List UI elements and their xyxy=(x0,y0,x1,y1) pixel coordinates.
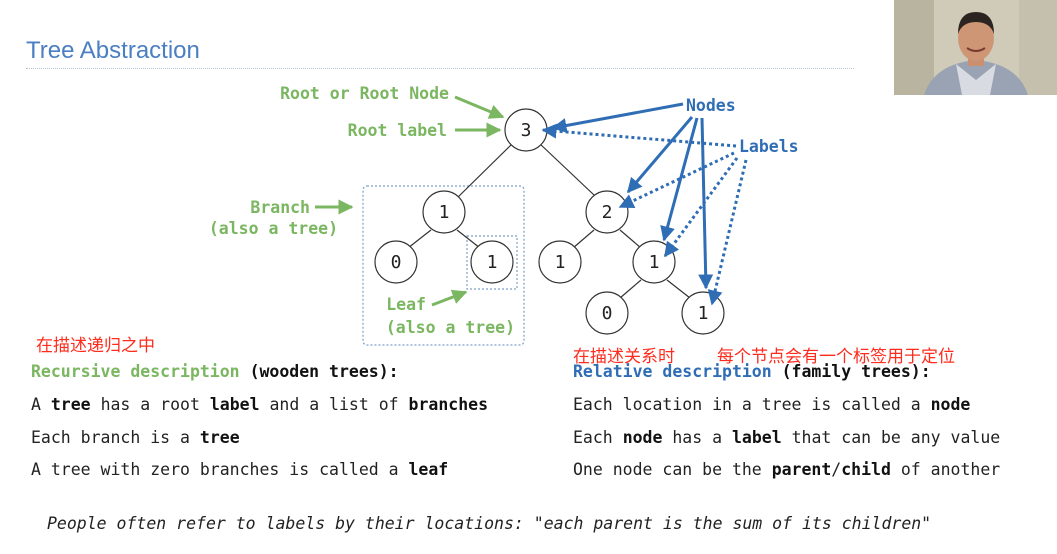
tree-node-left-left: 0 xyxy=(374,240,418,284)
text-span: One node can be the xyxy=(573,460,762,479)
label-root-label: Root label xyxy=(348,121,447,140)
term-tree: tree xyxy=(50,395,91,414)
node-label-right-right: 1 xyxy=(649,252,660,273)
relative-line-1: Each location in a tree is called a node xyxy=(573,395,970,414)
recursive-line-2: Each branch is a tree xyxy=(31,428,240,447)
text-span: of another xyxy=(900,460,1001,479)
tree-node-left-right: 1 xyxy=(470,240,514,284)
text-span: that can be any value xyxy=(791,428,1001,447)
node-label-root: 3 xyxy=(521,120,532,141)
label-leaf: Leaf xyxy=(386,295,426,314)
term-node: node xyxy=(930,395,971,414)
tree-node-rr-left: 0 xyxy=(585,291,629,335)
label-root-or-root-node: Root or Root Node xyxy=(280,84,449,103)
tree-node-right: 2 xyxy=(585,190,629,234)
cn-annotation-recursive: 在描述递归之中 xyxy=(36,336,155,356)
relative-heading-colored: Relative description xyxy=(573,362,772,381)
term-leaf: leaf xyxy=(408,460,449,479)
footer-italic-text: People often refer to labels by their lo… xyxy=(47,514,524,533)
footer-quote: "each parent is the sum of its children" xyxy=(533,514,932,533)
label-labels: Labels xyxy=(739,137,799,156)
label-leaf-note: (also a tree) xyxy=(386,318,515,337)
text-span: Each xyxy=(573,428,613,447)
text-span: Each location in a tree is called a xyxy=(573,395,921,414)
tree-node-left: 1 xyxy=(422,190,466,234)
term-child: child xyxy=(841,460,891,479)
tree-node-right-left: 1 xyxy=(538,240,582,284)
relative-line-3: One node can be the parent/child of anot… xyxy=(573,460,1000,479)
recursive-heading-colored: Recursive description xyxy=(31,362,240,381)
label-branch: Branch xyxy=(250,198,310,217)
term-label: label xyxy=(731,428,782,447)
node-label-right: 2 xyxy=(602,202,613,223)
text-span: Each branch is a xyxy=(31,428,190,447)
tree-node-right-right: 1 xyxy=(632,240,676,284)
node-label-right-left: 1 xyxy=(555,252,566,273)
text-span: has a root xyxy=(100,395,200,414)
relative-heading-rest: (family trees): xyxy=(781,362,931,381)
term-branches: branches xyxy=(408,395,489,414)
term-parent: parent xyxy=(771,460,832,479)
tree-node-root: 3 xyxy=(504,108,548,152)
relative-line-2: Each node has a label that can be any va… xyxy=(573,428,1000,447)
recursive-line-1: A tree has a root label and a list of br… xyxy=(31,395,488,414)
term-label: label xyxy=(209,395,260,414)
node-label-left-right: 1 xyxy=(487,252,498,273)
slide-footer: People often refer to labels by their lo… xyxy=(47,514,931,533)
node-label-left-left: 0 xyxy=(391,252,402,273)
text-span: A xyxy=(31,395,41,414)
tree-node-rr-right: 1 xyxy=(681,291,725,335)
node-label-left: 1 xyxy=(439,202,450,223)
recursive-heading: Recursive description (wooden trees): xyxy=(31,362,399,381)
text-span: A tree with zero branches is called a xyxy=(31,460,399,479)
relative-heading: Relative description (family trees): xyxy=(573,362,931,381)
recursive-line-3: A tree with zero branches is called a le… xyxy=(31,460,448,479)
term-node: node xyxy=(622,428,663,447)
recursive-heading-rest: (wooden trees): xyxy=(249,362,399,381)
label-branch-note: (also a tree) xyxy=(209,219,338,238)
node-label-rr-right: 1 xyxy=(698,303,709,324)
term-tree: tree xyxy=(199,428,240,447)
text-span: and a list of xyxy=(269,395,399,414)
slash: / xyxy=(831,460,842,479)
node-label-rr-left: 0 xyxy=(602,303,613,324)
label-nodes: Nodes xyxy=(686,96,736,115)
text-span: has a xyxy=(672,428,723,447)
